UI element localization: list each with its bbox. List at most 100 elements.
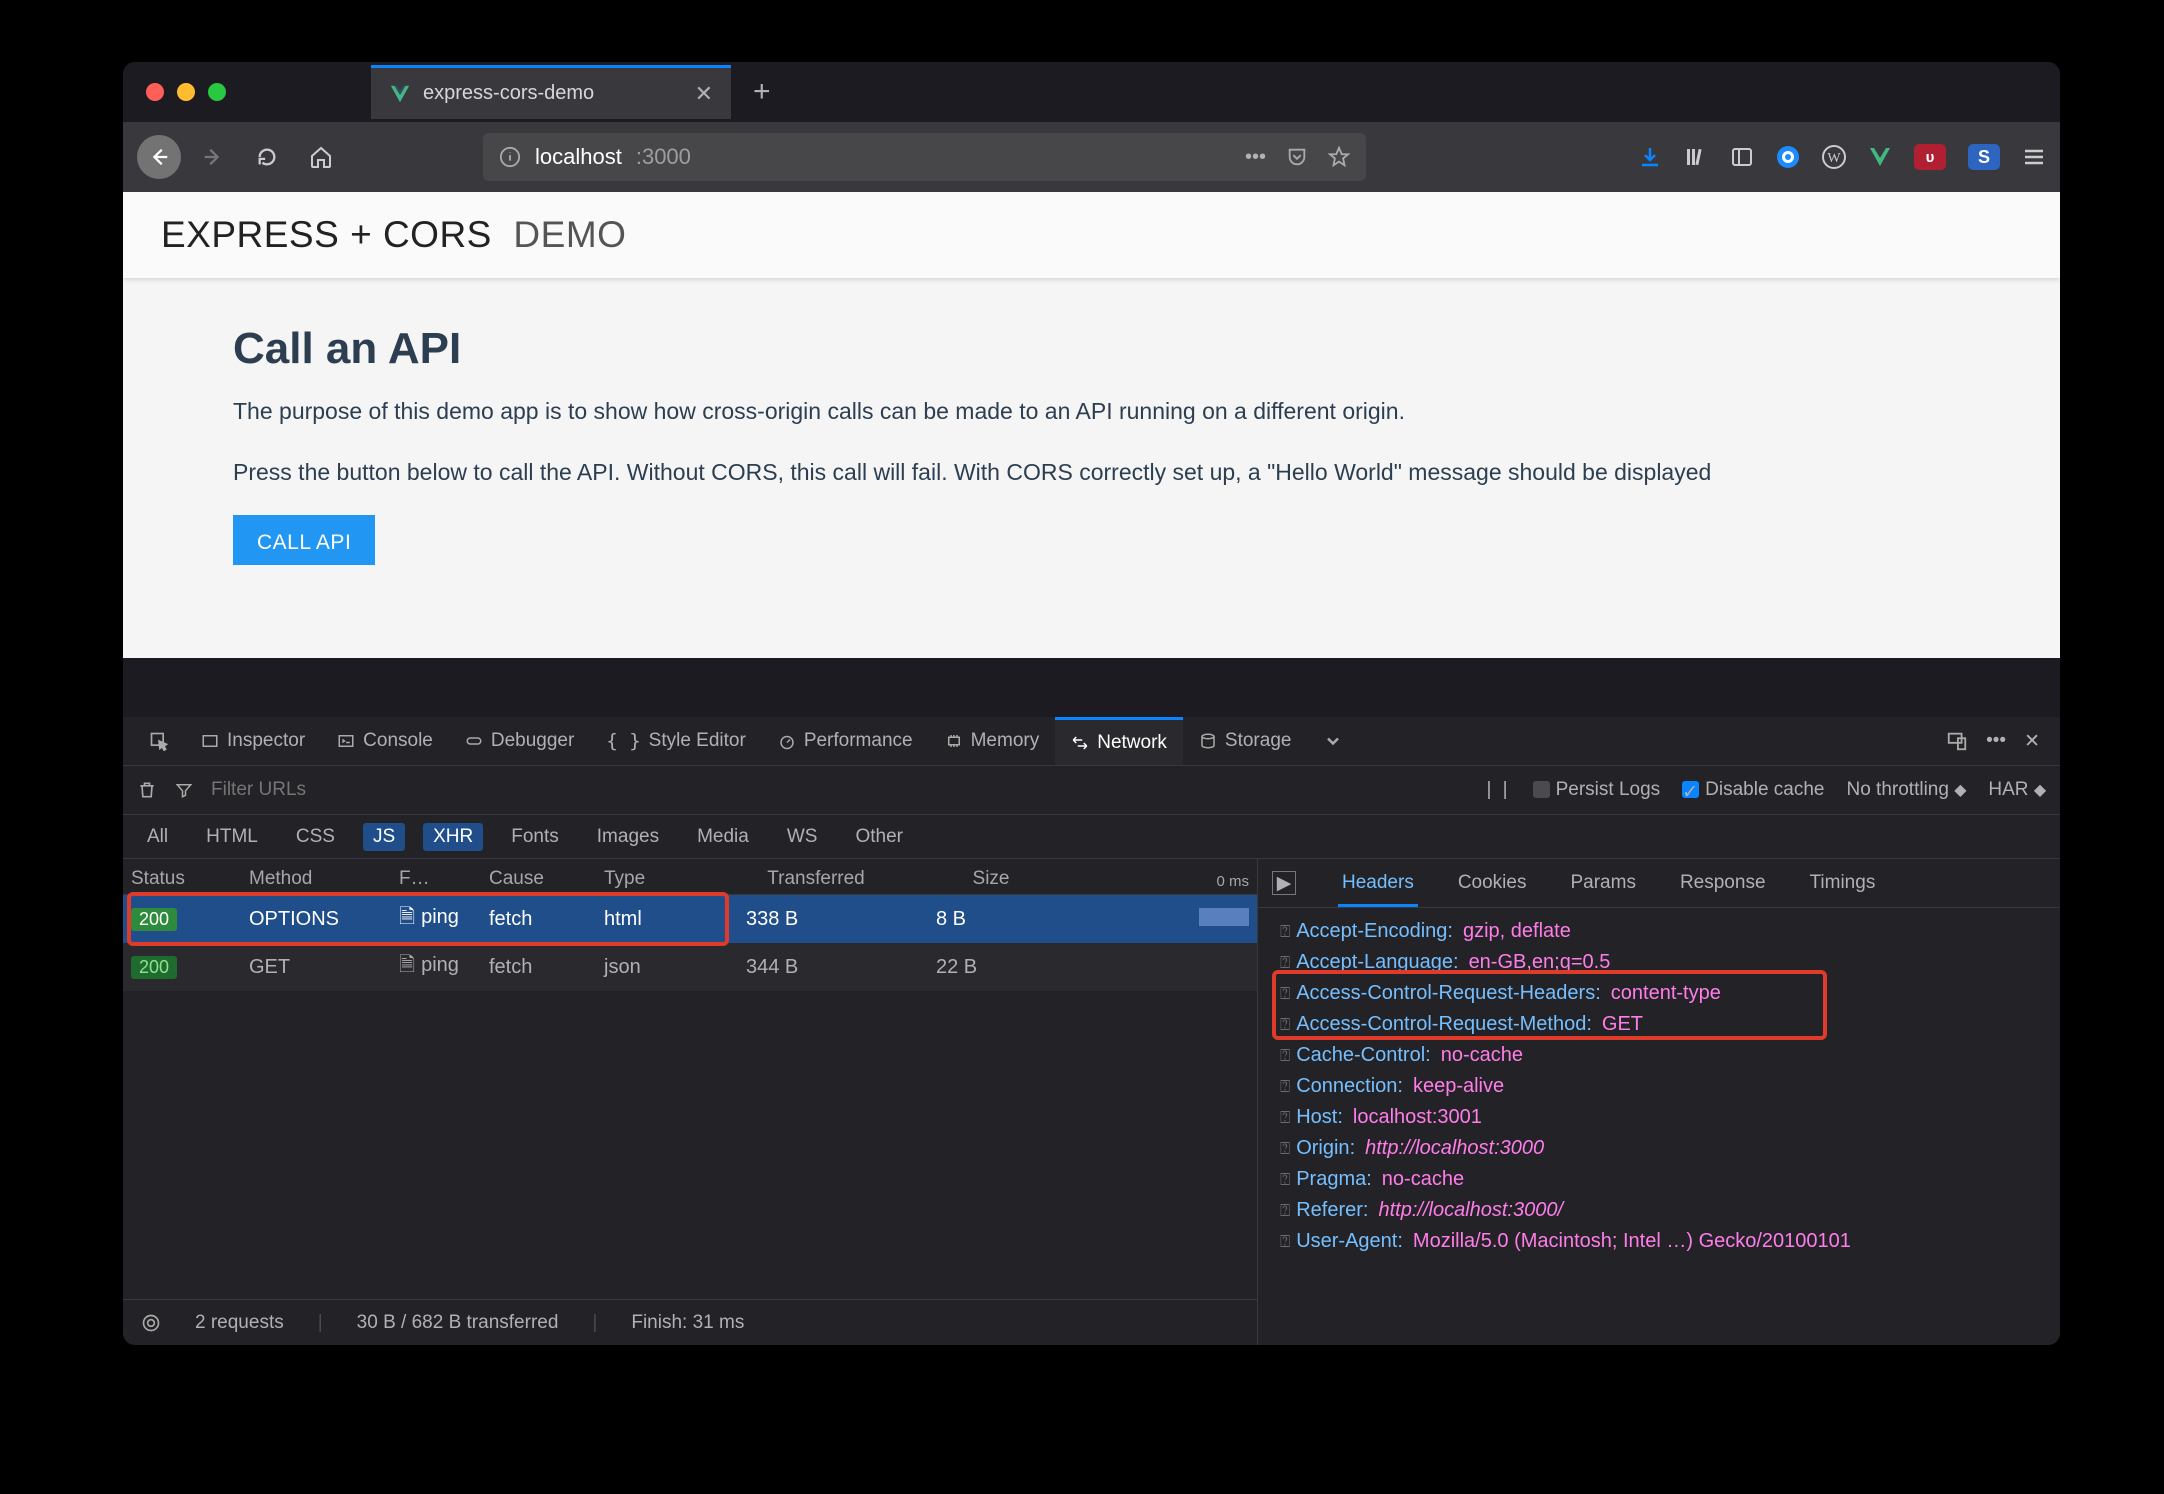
tab-performance[interactable]: Performance: [762, 717, 929, 765]
menu-button[interactable]: [2022, 145, 2046, 169]
pocket-icon[interactable]: [1286, 146, 1308, 168]
col-transferred[interactable]: Transferred: [716, 868, 916, 890]
tab-console[interactable]: Console: [321, 717, 449, 765]
tab-title: express-cors-demo: [423, 82, 594, 105]
har-menu[interactable]: HAR ◆: [1988, 779, 2046, 801]
file-icon: 🗎: [399, 950, 415, 984]
col-cause[interactable]: Cause: [481, 868, 596, 890]
onepassword-icon[interactable]: [1776, 145, 1800, 169]
toolbar-extensions: W υ S: [1638, 144, 2046, 170]
col-method[interactable]: Method: [241, 868, 391, 890]
request-row-options[interactable]: 200 OPTIONS 🗎ping fetch html 338 B 8 B: [123, 895, 1257, 943]
brand-thin: DEMO: [513, 214, 626, 255]
detail-tab-response[interactable]: Response: [1676, 872, 1770, 894]
zoom-window-button[interactable]: [208, 83, 226, 101]
chip-other[interactable]: Other: [845, 823, 913, 851]
tab-debugger[interactable]: Debugger: [449, 717, 590, 765]
home-button[interactable]: [299, 135, 343, 179]
sidebar-icon[interactable]: [1730, 145, 1754, 169]
responsive-mode-button[interactable]: [1946, 730, 1968, 752]
header-row: ⍰Refererhttp://localhost:3000/: [1258, 1195, 2060, 1226]
section-paragraph-1: The purpose of this demo app is to show …: [233, 394, 1950, 429]
chip-ws[interactable]: WS: [777, 823, 828, 851]
tab-overflow[interactable]: [1307, 717, 1359, 765]
page-actions-icon[interactable]: •••: [1245, 146, 1266, 169]
pause-button[interactable]: | |: [1486, 779, 1510, 801]
tab-network[interactable]: Network: [1055, 717, 1183, 765]
cell-method: GET: [241, 956, 391, 979]
bookmark-star-icon[interactable]: [1328, 146, 1350, 168]
cell-type: json: [596, 956, 716, 979]
throttling-select[interactable]: No throttling ◆: [1846, 779, 1966, 801]
chip-html[interactable]: HTML: [196, 823, 268, 851]
col-timeline[interactable]: 0 ms: [1066, 873, 1257, 890]
detail-tabs: ▶ Headers Cookies Params Response Timing…: [1258, 859, 2060, 908]
request-row-get[interactable]: 200 GET 🗎ping fetch json 344 B 22 B: [123, 943, 1257, 991]
file-icon: 🗎: [399, 902, 415, 936]
header-row: ⍰Access-Control-Request-MethodGET: [1258, 1009, 2060, 1040]
filter-icon: [175, 781, 193, 799]
filter-input[interactable]: [211, 779, 1468, 801]
extension-s-icon[interactable]: S: [1968, 144, 2000, 170]
new-tab-button[interactable]: +: [753, 75, 771, 109]
chip-xhr[interactable]: XHR: [423, 823, 483, 851]
tab-storage[interactable]: Storage: [1183, 717, 1308, 765]
devtools-menu-button[interactable]: •••: [1986, 730, 2006, 752]
clear-button[interactable]: [137, 780, 157, 800]
detail-tab-timings[interactable]: Timings: [1806, 872, 1880, 894]
tab-style-editor[interactable]: { }Style Editor: [590, 717, 761, 765]
forward-button[interactable]: [191, 135, 235, 179]
tab-inspector[interactable]: Inspector: [185, 717, 321, 765]
col-file[interactable]: F…: [391, 868, 481, 890]
reload-button[interactable]: [245, 135, 289, 179]
resend-icon[interactable]: ▶: [1272, 871, 1296, 895]
disable-cache-toggle[interactable]: ✓Disable cache: [1682, 779, 1824, 801]
network-request-list: Status Method F… Cause Type Transferred …: [123, 859, 1258, 1345]
col-status[interactable]: Status: [123, 868, 241, 890]
minimize-window-button[interactable]: [177, 83, 195, 101]
chip-js[interactable]: JS: [363, 823, 405, 851]
devtools-close-button[interactable]: ✕: [2024, 730, 2040, 753]
info-icon[interactable]: [499, 146, 521, 168]
chip-media[interactable]: Media: [687, 823, 759, 851]
browser-tab[interactable]: express-cors-demo ✕: [371, 65, 731, 119]
url-bar[interactable]: localhost:3000 •••: [483, 133, 1366, 181]
downloads-icon[interactable]: [1638, 145, 1662, 169]
page-body: Call an API The purpose of this demo app…: [123, 278, 2060, 611]
pick-element-button[interactable]: [133, 717, 185, 765]
ublock-icon[interactable]: υ: [1914, 144, 1946, 170]
tab-memory[interactable]: Memory: [929, 717, 1056, 765]
cell-cause: fetch: [481, 956, 596, 979]
tab-strip: express-cors-demo ✕ +: [123, 62, 2060, 122]
detail-tab-cookies[interactable]: Cookies: [1454, 872, 1531, 894]
chip-all[interactable]: All: [137, 823, 178, 851]
col-type[interactable]: Type: [596, 868, 716, 890]
header-row: ⍰Pragmano-cache: [1258, 1164, 2060, 1195]
library-icon[interactable]: [1684, 145, 1708, 169]
close-tab-button[interactable]: ✕: [695, 81, 713, 107]
status-finish: Finish: 31 ms: [631, 1312, 744, 1334]
section-heading: Call an API: [233, 324, 1950, 374]
back-button[interactable]: [137, 135, 181, 179]
network-main: Status Method F… Cause Type Transferred …: [123, 859, 2060, 1345]
chip-fonts[interactable]: Fonts: [501, 823, 569, 851]
persist-logs-toggle[interactable]: Persist Logs: [1533, 779, 1661, 801]
svg-text:W: W: [1827, 151, 1841, 166]
status-badge: 200: [131, 908, 177, 931]
cell-size: 22 B: [916, 956, 1066, 979]
chip-images[interactable]: Images: [587, 823, 669, 851]
chip-css[interactable]: CSS: [286, 823, 345, 851]
browser-window: express-cors-demo ✕ + localhost:3000 •••…: [123, 62, 2060, 1345]
close-window-button[interactable]: [146, 83, 164, 101]
detail-tab-headers[interactable]: Headers: [1338, 872, 1418, 907]
header-row: ⍰Access-Control-Request-Headerscontent-t…: [1258, 978, 2060, 1009]
detail-tab-params[interactable]: Params: [1566, 872, 1639, 894]
call-api-button[interactable]: CALL API: [233, 515, 375, 565]
vue-devtools-icon[interactable]: [1868, 145, 1892, 169]
headers-list[interactable]: ⍰Accept-Encodinggzip, deflate ⍰Accept-La…: [1258, 908, 2060, 1345]
col-size[interactable]: Size: [916, 868, 1066, 890]
wikipedia-icon[interactable]: W: [1822, 145, 1846, 169]
status-badge: 200: [131, 956, 177, 979]
nav-toolbar: localhost:3000 ••• W υ S: [123, 122, 2060, 192]
target-icon[interactable]: [141, 1313, 161, 1333]
